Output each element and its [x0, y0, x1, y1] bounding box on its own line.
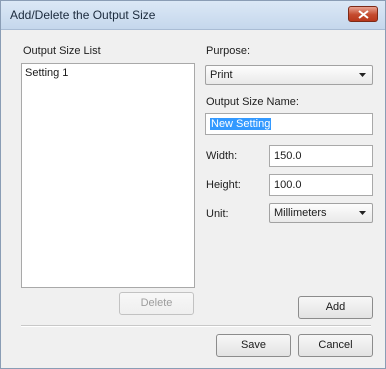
output-size-list-label: Output Size List: [23, 45, 101, 57]
add-button[interactable]: Add: [298, 296, 373, 319]
chevron-down-icon: [359, 211, 366, 215]
unit-label: Unit:: [206, 208, 229, 220]
unit-value: Millimeters: [274, 207, 327, 219]
dialog-window: Add/Delete the Output Size Output Size L…: [0, 0, 386, 369]
list-item[interactable]: Setting 1: [25, 67, 68, 79]
purpose-value: Print: [210, 69, 233, 81]
unit-dropdown[interactable]: Millimeters: [269, 203, 373, 223]
purpose-label: Purpose:: [206, 45, 251, 57]
width-input[interactable]: 150.0: [269, 145, 373, 167]
output-size-name-label: Output Size Name:: [206, 96, 299, 108]
save-button[interactable]: Save: [216, 334, 291, 357]
output-size-listbox[interactable]: Setting 1: [21, 63, 195, 288]
height-value: 100.0: [274, 179, 302, 191]
divider: [21, 325, 371, 327]
cancel-button[interactable]: Cancel: [298, 334, 373, 357]
output-size-name-input[interactable]: New Setting: [205, 113, 373, 135]
chevron-down-icon: [359, 73, 366, 77]
height-input[interactable]: 100.0: [269, 174, 373, 196]
width-value: 150.0: [274, 150, 302, 162]
title-bar[interactable]: Add/Delete the Output Size: [1, 1, 385, 30]
delete-button[interactable]: Delete: [119, 292, 194, 315]
window-title: Add/Delete the Output Size: [10, 8, 156, 22]
output-size-name-value: New Setting: [210, 118, 272, 130]
close-icon: [358, 10, 369, 19]
width-label: Width:: [206, 150, 238, 162]
height-label: Height:: [206, 179, 241, 191]
purpose-dropdown[interactable]: Print: [205, 65, 373, 85]
close-button[interactable]: [348, 6, 378, 22]
